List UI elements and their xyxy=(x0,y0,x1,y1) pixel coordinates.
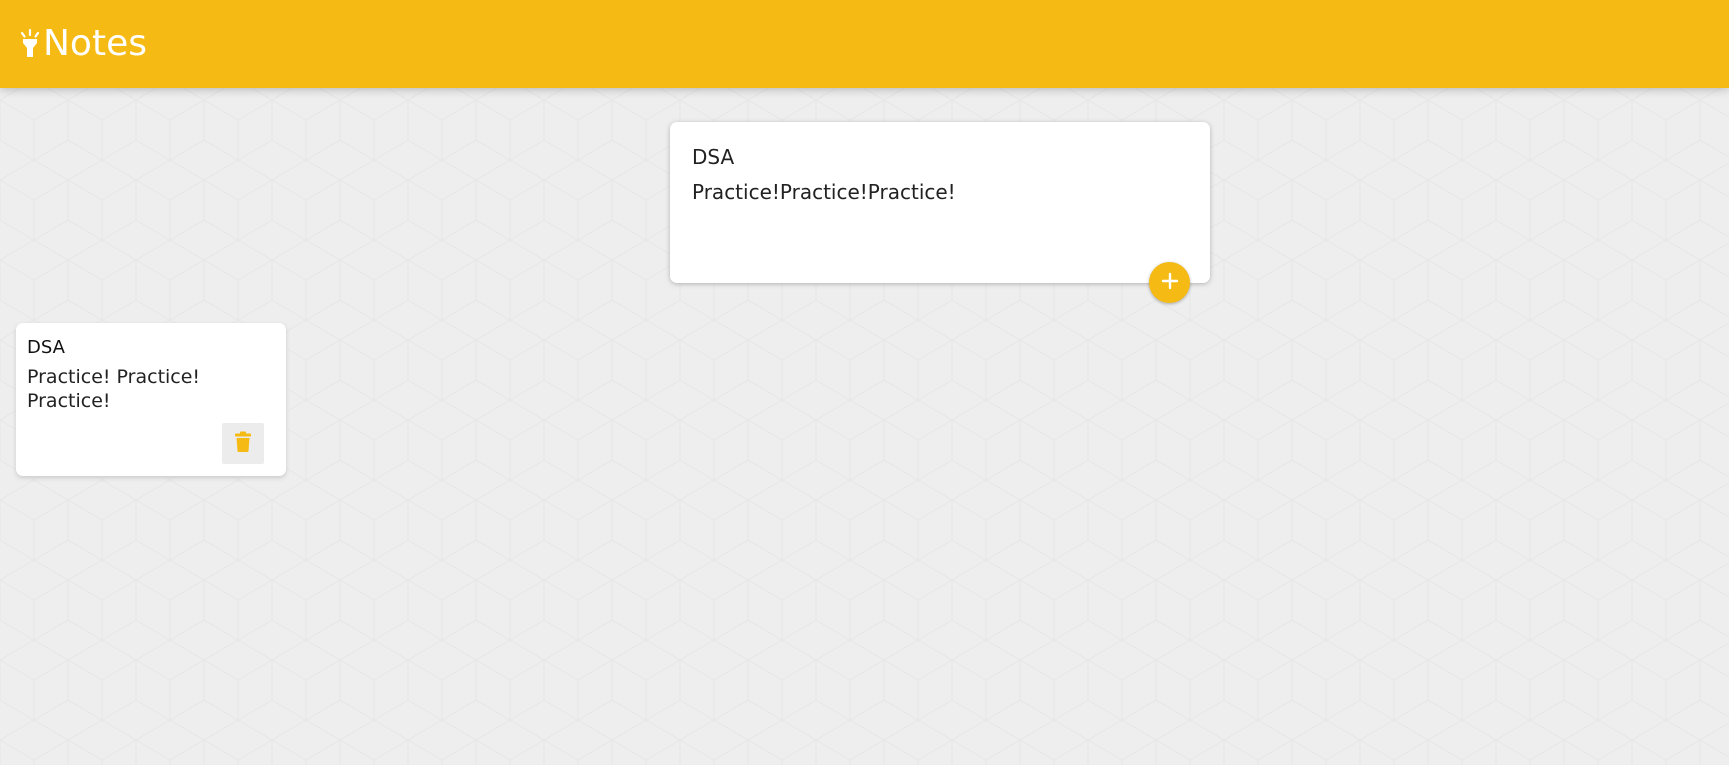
highlight-icon xyxy=(18,27,42,61)
note-content: Practice! Practice! Practice! xyxy=(27,366,201,412)
app-logo: Notes xyxy=(18,16,147,72)
add-icon xyxy=(1160,271,1180,295)
delete-note-button[interactable] xyxy=(222,423,264,464)
app-header: Notes xyxy=(0,0,1729,88)
note-card: DSA Practice! Practice! Practice! xyxy=(16,323,286,476)
note-title: DSA xyxy=(27,337,65,358)
app-title: Notes xyxy=(43,23,147,64)
note-title-input[interactable] xyxy=(692,144,1188,170)
trash-icon xyxy=(235,431,251,456)
note-content-input[interactable]: Practice!Practice!Practice! xyxy=(692,179,1188,257)
add-note-button[interactable] xyxy=(1149,262,1190,303)
create-note-form: Practice!Practice!Practice! xyxy=(670,122,1210,283)
